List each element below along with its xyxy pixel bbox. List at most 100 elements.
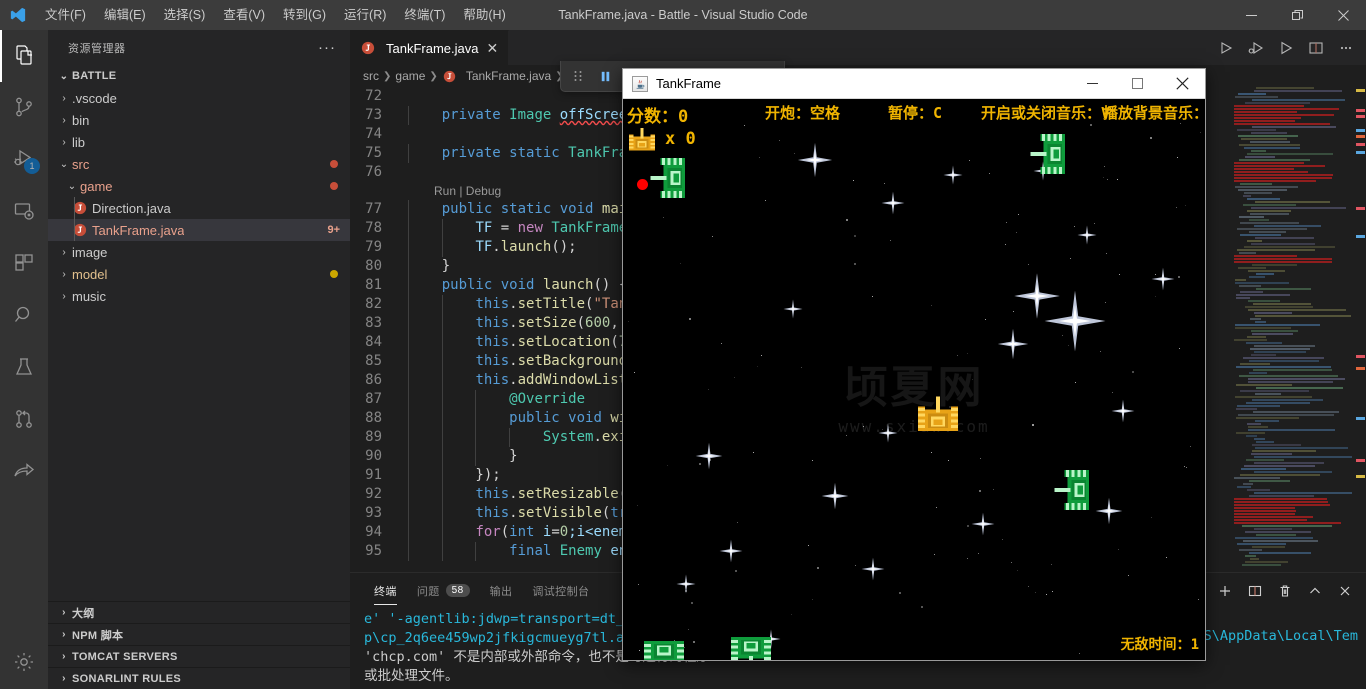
menu-view[interactable]: 查看(V) <box>214 0 274 30</box>
window-controls[interactable] <box>1228 0 1366 30</box>
panel-tab-problems[interactable]: 问题 58 <box>407 573 480 608</box>
indent-guide <box>408 504 409 523</box>
panel-tab-terminal[interactable]: 终端 <box>364 573 407 608</box>
sidebar-panel-tomcat-servers[interactable]: › TOMCAT SERVERS <box>48 645 350 667</box>
split-terminal-button[interactable] <box>1242 578 1268 604</box>
tankframe-window[interactable]: TankFrame 顷夏网 www.sxiaw.com 分数：0 开炮：空格 暂… <box>622 68 1206 661</box>
tree-file-tankframe[interactable]: TankFrame.java 9+ <box>48 219 350 241</box>
minimap-line <box>1249 318 1261 320</box>
minimap-line <box>1247 309 1347 311</box>
menu-run[interactable]: 运行(R) <box>335 0 395 30</box>
game-canvas[interactable]: 顷夏网 www.sxiaw.com 分数：0 开炮：空格 暂停：C 开启或关闭音… <box>623 99 1205 660</box>
game-window-controls[interactable] <box>1070 69 1205 99</box>
close-button[interactable] <box>1320 0 1366 30</box>
activity-item-explorer[interactable] <box>0 30 48 82</box>
activity-item-live-share[interactable] <box>0 446 48 498</box>
indent-guide <box>441 466 443 485</box>
minimap-line <box>1247 489 1270 491</box>
split-editor-button[interactable] <box>1302 34 1330 62</box>
more-actions-button[interactable] <box>1332 34 1360 62</box>
panel-actions[interactable] <box>1212 573 1358 608</box>
minimap-line <box>1234 522 1342 524</box>
tree-folder-image[interactable]: › image <box>48 241 350 263</box>
new-terminal-button[interactable] <box>1212 578 1238 604</box>
drag-handle[interactable] <box>565 63 591 89</box>
minimap-line <box>1234 168 1295 170</box>
panel-tab-output[interactable]: 输出 <box>480 573 523 608</box>
activity-item-settings[interactable] <box>0 637 48 689</box>
activity-item-extensions[interactable] <box>0 238 48 290</box>
activity-item-search[interactable] <box>0 290 48 342</box>
java-icon <box>360 40 376 56</box>
breadcrumb-item-src[interactable]: src <box>363 69 379 83</box>
maximize-panel-button[interactable] <box>1302 578 1328 604</box>
activity-item-pull-requests[interactable] <box>0 394 48 446</box>
menu-help[interactable]: 帮助(H) <box>454 0 514 30</box>
run-code-button[interactable] <box>1272 34 1300 62</box>
close-panel-button[interactable] <box>1332 578 1358 604</box>
remote-icon <box>12 199 36 226</box>
activity-item-testing[interactable] <box>0 342 48 394</box>
sidebar-more-actions-icon[interactable]: ··· <box>312 39 342 56</box>
tree-folder-vscode[interactable]: › .vscode <box>48 87 350 109</box>
minimap-line <box>1255 288 1311 290</box>
menu-terminal[interactable]: 终端(T) <box>395 0 454 30</box>
share-icon <box>12 459 36 486</box>
minimap-line <box>1251 264 1298 266</box>
menu-selection[interactable]: 选择(S) <box>155 0 215 30</box>
file-tree[interactable]: › .vscode › bin › lib ⌄ src ⌄ game Direction.java T… <box>48 87 350 307</box>
sidebar-panel-npm-scripts[interactable]: › NPM 脚本 <box>48 623 350 645</box>
editor-tab-bar: TankFrame.java ✕ <box>350 30 1366 65</box>
minimap-line <box>1255 387 1344 389</box>
breadcrumb-item-game[interactable]: game <box>395 69 425 83</box>
minimap[interactable] <box>1232 87 1352 592</box>
tree-folder-bin[interactable]: › bin <box>48 109 350 131</box>
close-icon[interactable]: ✕ <box>486 41 498 55</box>
sidebar-panel-outline[interactable]: › 大纲 <box>48 601 350 623</box>
debug-java-button[interactable] <box>1242 34 1270 62</box>
menu-file[interactable]: 文件(F) <box>36 0 95 30</box>
panel-tab-label: 输出 <box>489 585 513 598</box>
star <box>764 200 766 202</box>
tree-folder-src[interactable]: ⌄ src <box>48 153 350 175</box>
minimap-line <box>1238 414 1335 416</box>
overview-ruler[interactable] <box>1352 87 1366 592</box>
breadcrumb-item-tankframe[interactable]: TankFrame.java <box>442 68 551 84</box>
line-text: private static TankFram <box>408 144 636 163</box>
game-close-button[interactable] <box>1160 69 1205 99</box>
menu-bar[interactable]: 文件(F) 编辑(E) 选择(S) 查看(V) 转到(G) 运行(R) 终端(T… <box>36 0 515 30</box>
tree-folder-model[interactable]: › model <box>48 263 350 285</box>
star <box>1051 564 1053 566</box>
tree-folder-music[interactable]: › music <box>48 285 350 307</box>
game-minimize-button[interactable] <box>1070 69 1115 99</box>
minimap-line <box>1254 315 1351 317</box>
activity-item-run-and-debug[interactable]: 1 <box>0 134 48 186</box>
git-pull-request-icon <box>12 407 36 434</box>
sidebar-panel-sonarlint-rules[interactable]: › SONARLINT RULES <box>48 667 350 689</box>
tree-folder-lib[interactable]: › lib <box>48 131 350 153</box>
editor-actions[interactable] <box>1212 30 1360 65</box>
workspace-root-row[interactable]: ⌄ BATTLE <box>48 65 350 87</box>
tree-folder-game[interactable]: ⌄ game <box>48 175 350 197</box>
menu-go[interactable]: 转到(G) <box>274 0 335 30</box>
menu-edit[interactable]: 编辑(E) <box>95 0 155 30</box>
panel-tab-debug-console[interactable]: 调试控制台 <box>522 573 599 608</box>
kill-terminal-button[interactable] <box>1272 578 1298 604</box>
run-java-button[interactable] <box>1212 34 1240 62</box>
minimap-line <box>1253 462 1324 464</box>
game-maximize-button[interactable] <box>1115 69 1160 99</box>
minimize-button[interactable] <box>1228 0 1274 30</box>
activity-item-remote-explorer[interactable] <box>0 186 48 238</box>
editor-tab-tankframe[interactable]: TankFrame.java ✕ <box>350 30 510 65</box>
files-icon <box>12 43 36 70</box>
activity-item-source-control[interactable] <box>0 82 48 134</box>
watermark: 顷夏网 www.sxiaw.com <box>838 351 989 436</box>
tree-indent-guide <box>74 219 75 241</box>
pause-button[interactable] <box>592 63 618 89</box>
maximize-button[interactable] <box>1274 0 1320 30</box>
minimap-line <box>1254 90 1343 92</box>
tree-file-direction[interactable]: Direction.java <box>48 197 350 219</box>
minimap-line <box>1248 270 1286 272</box>
